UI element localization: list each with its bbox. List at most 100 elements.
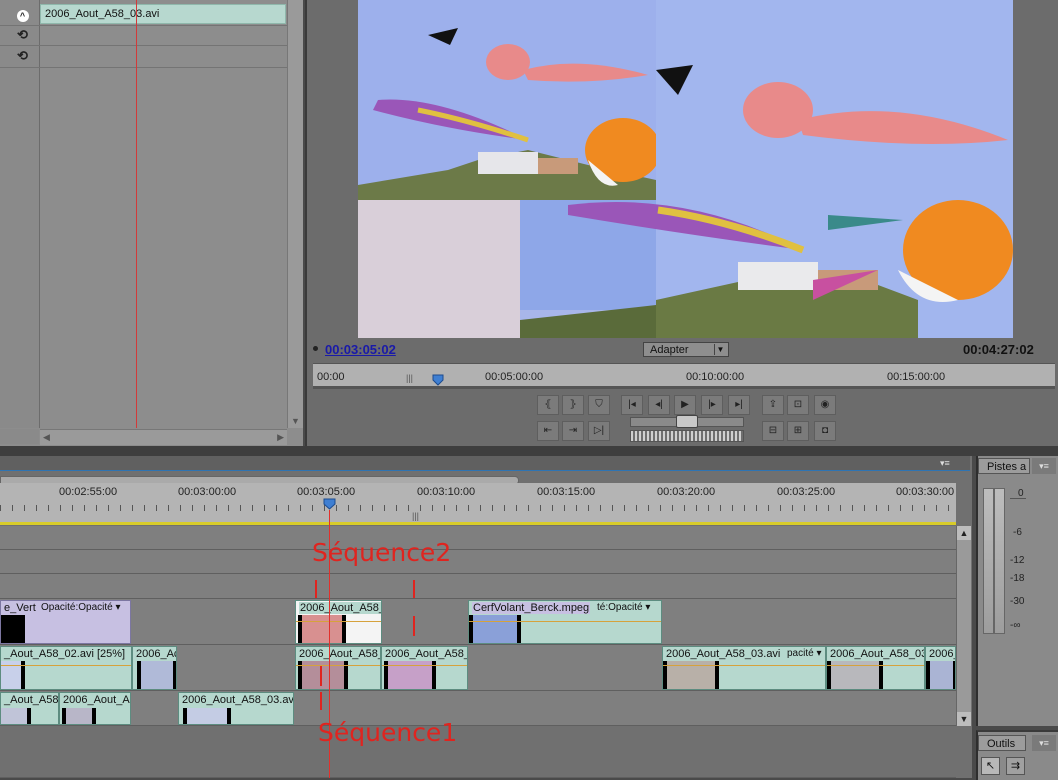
- timeline-clip[interactable]: _Aout_A58_02.avi [25%]: [0, 646, 132, 690]
- output-settings-button[interactable]: ◉: [814, 395, 836, 415]
- go-to-out-button[interactable]: ▸|: [728, 395, 750, 415]
- jog-slider-knob[interactable]: [676, 415, 698, 428]
- safe-margins-button[interactable]: ⊡: [787, 395, 809, 415]
- clip-name: 2006_Aout_A58_: [299, 602, 381, 614]
- effect-controls-clip-name: 2006_Aout_A58_03.avi: [45, 8, 160, 20]
- selection-tool-icon[interactable]: ↖: [981, 757, 1000, 775]
- go-to-next-edit-button[interactable]: ⇥: [562, 421, 584, 441]
- tab-tools[interactable]: Outils: [978, 735, 1026, 751]
- set-out-point-button[interactable]: ⦄: [562, 395, 584, 415]
- annotation-mark: [413, 580, 415, 598]
- clip-thumbnail: [1, 615, 25, 643]
- panel-menu-icon[interactable]: ▾≡: [1032, 458, 1056, 474]
- track-video-1[interactable]: [0, 691, 956, 726]
- timeline-clip[interactable]: 2006_Aout_A58_03: [826, 646, 925, 690]
- timeline-clip[interactable]: 2006_Aout_A58_: [381, 646, 468, 690]
- opacity-rubberband[interactable]: [1, 665, 131, 666]
- timeline-time-ruler[interactable]: 00:02:55:00 00:03:00:00 00:03:05:00 00:0…: [0, 483, 956, 523]
- timeline-ruler-label: 00:03:25:00: [777, 486, 836, 498]
- clip-effect-dropdown[interactable]: té:Opacité ▾: [597, 602, 651, 613]
- timeline-clip[interactable]: 2006_Ac: [132, 646, 177, 690]
- track-empty[interactable]: [0, 526, 956, 550]
- timeline-playhead-icon[interactable]: [323, 498, 336, 510]
- shuttle-control[interactable]: [630, 430, 744, 442]
- clip-effect-label: té:Opacité: [597, 602, 643, 613]
- track-empty[interactable]: [0, 574, 956, 599]
- clip-effect-dropdown[interactable]: pacité ▾: [787, 648, 822, 659]
- export-frame-button[interactable]: ◘: [814, 421, 836, 441]
- scroll-right-icon[interactable]: ▶: [277, 432, 284, 443]
- timeline-clip[interactable]: 2006_Aout_A58_03.av: [178, 692, 294, 725]
- annotation-mark: [320, 692, 322, 710]
- go-to-in-button[interactable]: |◂: [621, 395, 643, 415]
- timeline-ruler-label: 00:03:20:00: [657, 486, 716, 498]
- timeline-clip[interactable]: 2006_Aout_A58_03.avi pacité ▾: [662, 646, 826, 690]
- effect-controls-clip[interactable]: 2006_Aout_A58_03.avi: [40, 4, 286, 24]
- toggle-effect-icon[interactable]: ^: [14, 8, 31, 23]
- chevron-down-icon: ▼: [714, 344, 726, 355]
- timeline-ruler-label: 00:03:30:00: [896, 486, 955, 498]
- program-monitor-video: [358, 0, 1013, 338]
- effect-controls-footer: [0, 429, 39, 444]
- current-time-display[interactable]: 00:03:05:02: [325, 342, 396, 357]
- scroll-down-icon[interactable]: ▼: [291, 416, 300, 426]
- step-back-button[interactable]: ◂|: [648, 395, 670, 415]
- timeline-vertical-scrollbar[interactable]: ▲ ▼: [956, 526, 971, 726]
- timeline-clip[interactable]: e_Vert Opacité:Opacité ▾: [0, 600, 131, 644]
- lift-button[interactable]: ⇪: [762, 395, 784, 415]
- timeline-clip[interactable]: CerfVolant_Berck.mpeg té:Opacité ▾: [468, 600, 662, 644]
- timeline-ruler-label: 00:03:15:00: [537, 486, 596, 498]
- clip-name: 2006_Aout_A: [63, 694, 130, 706]
- timeline-clip[interactable]: _Aout_A58_: [0, 692, 59, 725]
- track-empty[interactable]: [0, 550, 956, 574]
- monitor-playhead-icon[interactable]: [432, 374, 444, 386]
- track-empty[interactable]: [0, 726, 956, 778]
- scroll-up-icon[interactable]: ▲: [957, 526, 971, 540]
- play-in-to-out-button[interactable]: ▷|: [588, 421, 610, 441]
- timeline-clip[interactable]: 2006_Aout_A58_: [295, 600, 382, 644]
- extract-button[interactable]: ⊟: [762, 421, 784, 441]
- reset-icon[interactable]: ⟲: [14, 48, 31, 63]
- work-area-bar[interactable]: [0, 522, 956, 525]
- clip-name: 2006_Ac: [136, 648, 177, 660]
- set-marker-button[interactable]: ⛉: [588, 395, 610, 415]
- annotation-mark: [315, 580, 317, 598]
- go-to-previous-edit-button[interactable]: ⇤: [537, 421, 559, 441]
- opacity-rubberband[interactable]: [663, 665, 825, 666]
- opacity-rubberband[interactable]: [827, 665, 924, 666]
- reset-icon[interactable]: ⟲: [14, 27, 31, 42]
- timeline-clip[interactable]: 2006_Aout_A: [59, 692, 131, 725]
- tab-audio-meters[interactable]: Pistes a: [978, 458, 1030, 474]
- monitor-ruler-label: 00:10:00:00: [686, 371, 745, 383]
- annotation-mark: [320, 666, 322, 686]
- panel-menu-icon[interactable]: ▾≡: [1032, 735, 1056, 751]
- clip-thumbnail: [1, 708, 31, 724]
- meter-scale-tick: [1010, 498, 1026, 499]
- meter-scale-label: -6: [1013, 527, 1022, 538]
- opacity-rubberband[interactable]: [296, 621, 381, 622]
- timeline-header: [0, 456, 970, 471]
- clip-effect-dropdown[interactable]: Opacité:Opacité ▾: [41, 602, 121, 613]
- opacity-rubberband[interactable]: [469, 621, 661, 622]
- effect-controls-horizontal-scrollbar[interactable]: ◀ ▶: [40, 429, 287, 445]
- zoom-fit-select[interactable]: Adapter ▼: [643, 342, 729, 357]
- track-select-tool-icon[interactable]: ⇉: [1006, 757, 1025, 775]
- scroll-left-icon[interactable]: ◀: [43, 432, 50, 443]
- timeline-clip[interactable]: 2006_: [925, 646, 956, 690]
- step-forward-button[interactable]: |▸: [701, 395, 723, 415]
- monitor-ruler-label: 00:05:00:00: [485, 371, 544, 383]
- opacity-rubberband[interactable]: [296, 665, 380, 666]
- effect-controls-playhead[interactable]: [136, 0, 137, 428]
- effect-controls-vertical-scrollbar[interactable]: ▼: [287, 0, 303, 428]
- play-button[interactable]: ▶: [674, 395, 696, 415]
- panel-separator[interactable]: [0, 446, 1058, 456]
- video-frame-image: [358, 0, 1013, 338]
- scroll-down-icon[interactable]: ▼: [957, 712, 971, 726]
- opacity-rubberband[interactable]: [382, 665, 467, 666]
- trim-button[interactable]: ⊞: [787, 421, 809, 441]
- audio-meter-left: [983, 488, 994, 634]
- set-in-point-button[interactable]: ⦃: [537, 395, 559, 415]
- panel-menu-icon[interactable]: ▾≡: [940, 458, 950, 469]
- timeline-clip[interactable]: 2006_Aout_A58_: [295, 646, 381, 690]
- clip-name: _Aout_A58_02.avi [25%]: [4, 648, 126, 660]
